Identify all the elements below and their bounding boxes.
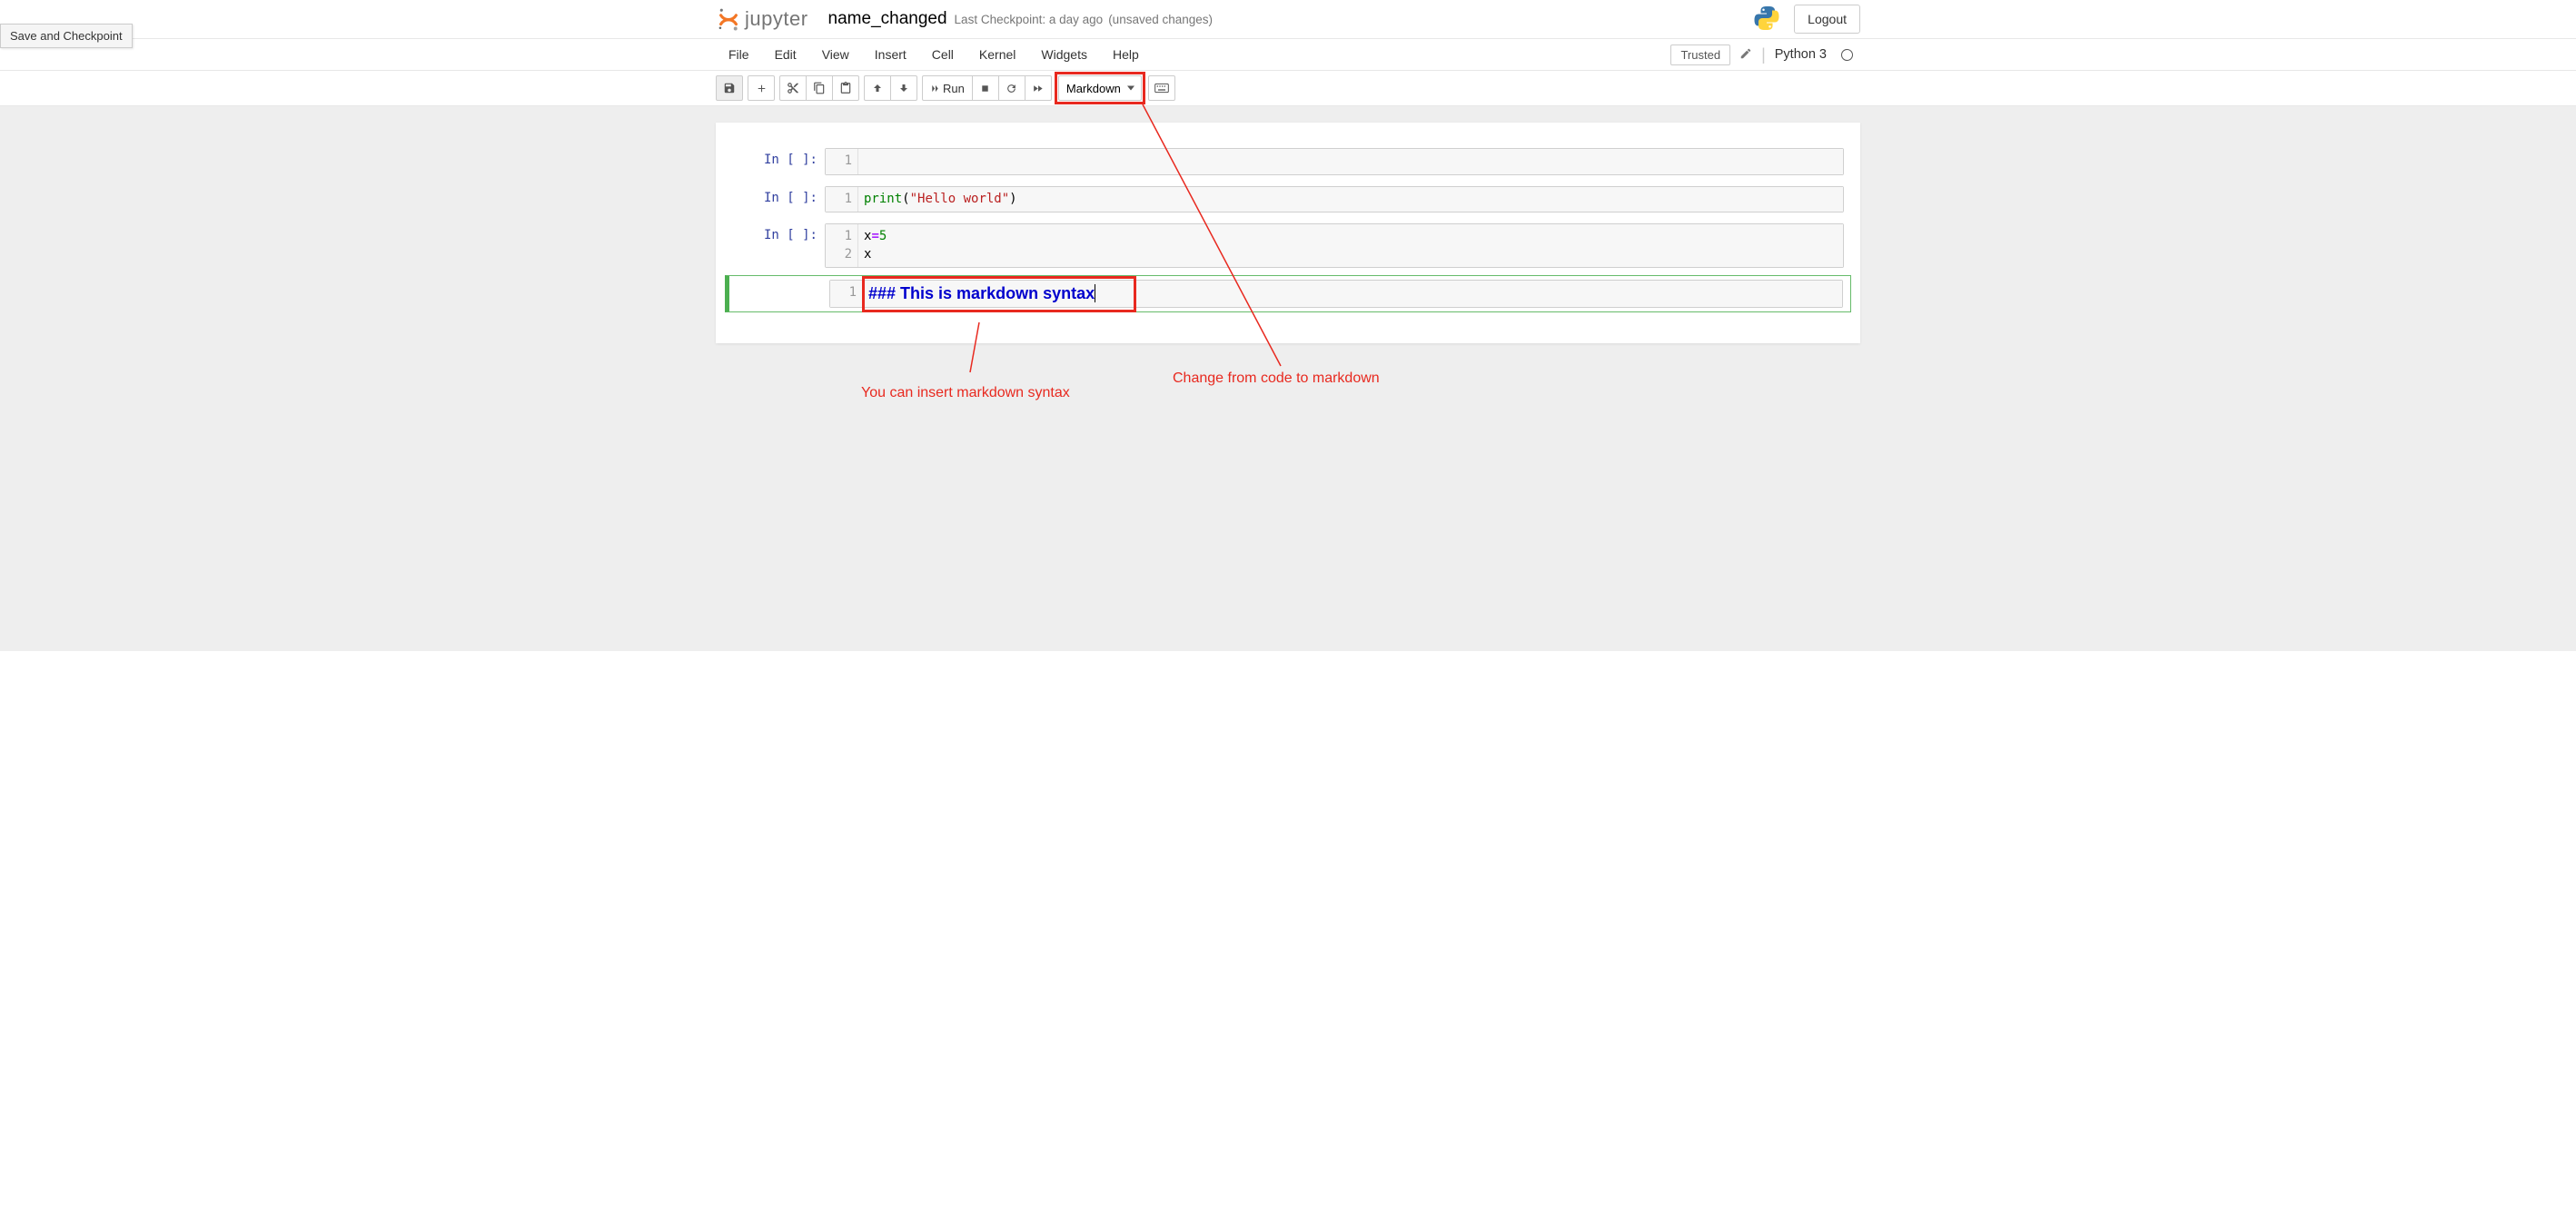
code-cell[interactable]: In [ ]: 1 print("Hello world") xyxy=(725,183,1851,217)
menu-cell[interactable]: Cell xyxy=(919,47,966,62)
code-content[interactable] xyxy=(858,149,1843,174)
arrow-up-icon xyxy=(872,83,883,94)
move-down-button[interactable] xyxy=(890,75,917,101)
run-button[interactable]: Run xyxy=(922,75,973,101)
python-icon xyxy=(1752,4,1781,35)
jupyter-logo-text: jupyter xyxy=(745,7,808,31)
menu-kernel[interactable]: Kernel xyxy=(966,47,1028,62)
menu-edit[interactable]: Edit xyxy=(762,47,809,62)
restart-button[interactable] xyxy=(998,75,1025,101)
code-cell[interactable]: In [ ]: 1 2 x=5 x xyxy=(725,220,1851,272)
cell-prompt: In [ ]: xyxy=(725,148,825,175)
trusted-button[interactable]: Trusted xyxy=(1670,44,1730,65)
separator: | xyxy=(1761,45,1766,64)
command-palette-button[interactable] xyxy=(1148,75,1175,101)
cut-button[interactable] xyxy=(779,75,807,101)
plus-icon xyxy=(756,83,768,94)
cell-prompt: In [ ]: xyxy=(725,186,825,213)
markdown-content[interactable]: ### This is markdown syntax xyxy=(863,281,1842,307)
cell-prompt: In [ ]: xyxy=(725,223,825,268)
line-gutter: 1 2 xyxy=(826,224,858,267)
cell-input[interactable]: 1 ### This is markdown syntax xyxy=(829,280,1843,308)
line-gutter: 1 xyxy=(826,187,858,212)
arrow-down-icon xyxy=(898,83,909,94)
menu-view[interactable]: View xyxy=(809,47,862,62)
cell-input[interactable]: 1 xyxy=(825,148,1844,175)
unsaved-changes: (unsaved changes) xyxy=(1108,13,1213,26)
paste-icon xyxy=(839,82,852,94)
edit-icon[interactable] xyxy=(1739,47,1752,63)
notebook-area: In [ ]: 1 In [ ]: 1 print("Hello world")… xyxy=(716,123,1860,343)
add-cell-button[interactable] xyxy=(748,75,775,101)
code-content[interactable]: x=5 x xyxy=(858,224,1843,267)
logout-button[interactable]: Logout xyxy=(1794,5,1860,34)
copy-button[interactable] xyxy=(806,75,833,101)
line-gutter: 1 xyxy=(830,281,863,307)
kernel-status-icon xyxy=(1841,49,1853,61)
run-icon xyxy=(930,84,940,94)
markdown-cell-selected[interactable]: 1 ### This is markdown syntax xyxy=(725,275,1851,312)
checkpoint-label: Last Checkpoint: a day ago xyxy=(955,13,1104,26)
fast-forward-icon xyxy=(1032,83,1044,94)
keyboard-icon xyxy=(1154,83,1169,94)
run-label: Run xyxy=(943,82,965,95)
restart-run-all-button[interactable] xyxy=(1025,75,1052,101)
save-button[interactable] xyxy=(716,75,743,101)
stop-icon xyxy=(980,84,990,94)
menu-insert[interactable]: Insert xyxy=(862,47,919,62)
cell-prompt xyxy=(729,280,829,308)
annotation-text-select: Change from code to markdown xyxy=(1173,370,1380,387)
cut-icon xyxy=(787,82,799,94)
notebook-name[interactable]: name_changed xyxy=(828,9,947,29)
menu-help[interactable]: Help xyxy=(1100,47,1152,62)
code-cell[interactable]: In [ ]: 1 xyxy=(725,144,1851,179)
stop-button[interactable] xyxy=(972,75,999,101)
kernel-name[interactable]: Python 3 xyxy=(1775,47,1827,62)
jupyter-logo-icon xyxy=(716,6,741,32)
annotation-text-markdown: You can insert markdown syntax xyxy=(861,385,1070,401)
save-checkpoint-tooltip: Save and Checkpoint xyxy=(0,24,133,48)
annotation-line xyxy=(970,322,979,372)
code-content[interactable]: print("Hello world") xyxy=(858,187,1843,212)
restart-icon xyxy=(1006,83,1017,94)
cell-input[interactable]: 1 print("Hello world") xyxy=(825,186,1844,213)
cell-type-select[interactable]: Markdown xyxy=(1058,75,1142,101)
jupyter-logo[interactable]: jupyter xyxy=(716,6,808,32)
line-gutter: 1 xyxy=(826,149,858,174)
move-up-button[interactable] xyxy=(864,75,891,101)
cell-input[interactable]: 1 2 x=5 x xyxy=(825,223,1844,268)
paste-button[interactable] xyxy=(832,75,859,101)
menu-file[interactable]: File xyxy=(716,47,762,62)
save-icon xyxy=(723,82,736,94)
copy-icon xyxy=(813,82,826,94)
menu-widgets[interactable]: Widgets xyxy=(1028,47,1100,62)
